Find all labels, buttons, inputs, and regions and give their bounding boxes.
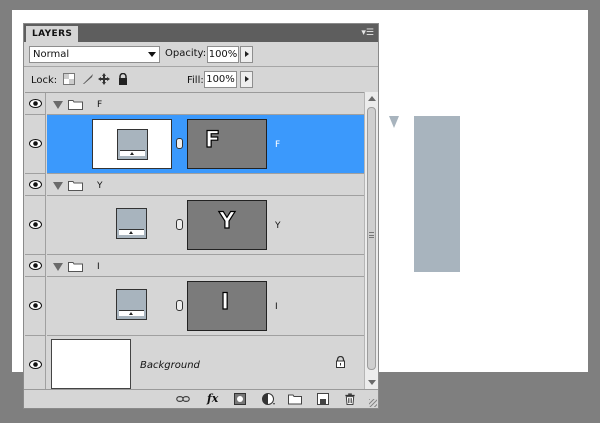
lock-position-icon[interactable] [98,73,110,85]
link-layers-icon[interactable] [176,393,190,405]
background-layer-row[interactable]: Background [47,336,364,389]
visibility-toggle[interactable] [25,93,46,115]
canvas-shape-edge [389,116,399,128]
fill-slider-button[interactable] [240,71,253,88]
blend-mode-select[interactable]: Normal [29,46,160,63]
layer-group-row[interactable]: Y [47,174,364,196]
chain-link-icon[interactable] [176,300,183,311]
mask-thumbnail[interactable]: I [187,281,267,331]
group-name: Y [97,181,103,191]
folder-icon [68,181,83,191]
layers-toolbar: fx [24,389,378,408]
scroll-up-icon[interactable] [368,96,376,101]
blend-mode-value: Normal [33,49,70,60]
chain-link-icon[interactable] [176,219,183,230]
eye-icon [29,99,42,108]
add-mask-icon[interactable] [233,393,247,405]
background-thumbnail [51,339,131,389]
smart-object-thumbnail [117,129,148,160]
fx-icon[interactable]: fx [207,392,218,405]
smart-object-thumbnail [116,208,147,239]
layers-panel: LAYERS ▾☰ Normal Opacity: 100% Lock: Fil… [23,23,379,409]
eye-icon [29,139,42,148]
adjustment-layer-icon[interactable] [262,393,276,405]
layer-name: F [275,140,281,150]
panel-header: LAYERS ▾☰ [24,24,378,42]
trash-icon[interactable] [343,393,357,405]
layer-group-row[interactable]: I [47,255,364,277]
mask-letter: F [204,127,221,153]
visibility-toggle[interactable] [25,277,46,336]
fill-field[interactable]: 100% [204,71,237,88]
layer-row[interactable]: F F [47,115,364,174]
folder-icon [68,100,83,110]
group-name: I [97,262,100,272]
lock-transparent-pixels-icon[interactable] [63,73,75,85]
layer-group-row[interactable]: F [47,93,364,115]
layer-list: F F F Y Y Y I I I Background [25,92,364,389]
lock-all-icon[interactable] [117,73,129,85]
fill-label: Fill: [187,75,204,86]
opacity-slider-button[interactable] [240,46,253,63]
folder-icon [68,262,83,272]
layer-row[interactable]: Y Y [47,196,364,255]
lock-row: Lock: Fill: 100% [24,67,378,92]
eye-icon [29,180,42,189]
visibility-toggle[interactable] [25,115,46,174]
expand-triangle-icon[interactable] [53,182,63,190]
visibility-toggle[interactable] [25,174,46,196]
mask-letter: I [220,289,230,315]
layers-tab[interactable]: LAYERS [26,26,79,42]
eye-icon [29,360,42,369]
visibility-toggle[interactable] [25,255,46,277]
resize-grip[interactable] [369,399,377,407]
layer-name: Background [140,360,200,371]
panel-menu-icon[interactable]: ▾☰ [361,27,374,39]
new-group-icon[interactable] [288,393,302,405]
opacity-field[interactable]: 100% [207,46,239,63]
scroll-thumb[interactable] [367,107,376,370]
eye-icon [29,261,42,270]
mask-thumbnail[interactable]: Y [187,200,267,250]
layer-name: Y [275,221,281,231]
mask-letter: Y [218,208,235,234]
layer-name: I [275,302,278,312]
expand-triangle-icon[interactable] [53,101,63,109]
group-name: F [97,100,103,110]
layer-row[interactable]: I I [47,277,364,336]
expand-triangle-icon[interactable] [53,263,63,271]
lock-image-pixels-icon[interactable] [82,73,94,85]
canvas-shape [414,116,460,272]
lock-label: Lock: [31,75,58,86]
eye-icon [29,220,42,229]
visibility-toggle[interactable] [25,336,46,389]
chain-link-icon[interactable] [176,138,183,149]
blend-row: Normal Opacity: 100% [24,42,378,66]
opacity-label: Opacity: [165,48,207,59]
scrollbar[interactable] [364,92,378,389]
smart-object-thumbnail [116,289,147,320]
lock-icon [336,356,345,368]
layer-thumbnail [92,119,172,169]
scroll-down-icon[interactable] [368,380,376,385]
eye-icon [29,301,42,310]
mask-thumbnail[interactable]: F [187,119,267,169]
grip-icon [369,232,374,238]
visibility-toggle[interactable] [25,196,46,255]
new-layer-icon[interactable] [316,393,330,405]
chevron-down-icon [148,52,156,57]
